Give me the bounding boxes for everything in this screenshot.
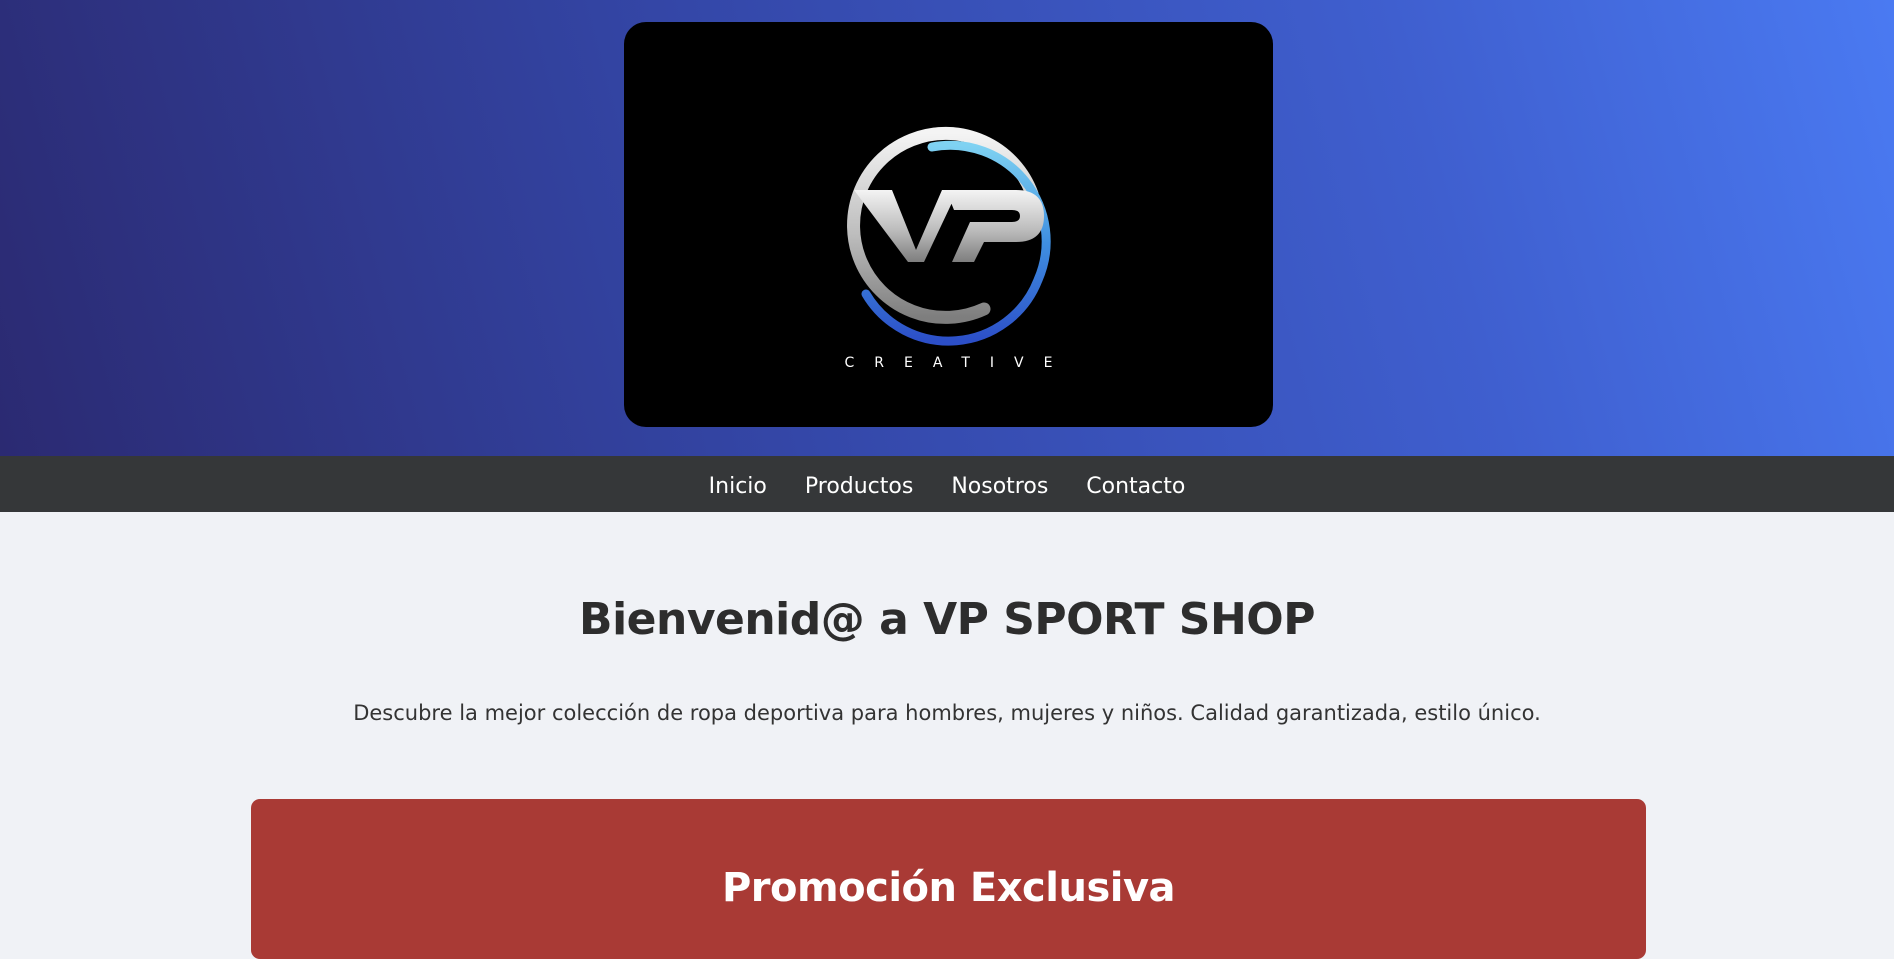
promo-title: Promoción Exclusiva bbox=[721, 865, 1176, 911]
main-navigation: Inicio Productos Nosotros Contacto bbox=[0, 456, 1894, 512]
nav-link-contacto[interactable]: Contacto bbox=[1086, 474, 1185, 499]
nav-link-nosotros[interactable]: Nosotros bbox=[951, 474, 1048, 499]
promo-banner: Promoción Exclusiva bbox=[251, 799, 1646, 959]
intro-text: Descubre la mejor colección de ropa depo… bbox=[353, 701, 1541, 725]
brand-logo[interactable]: CREATIVE bbox=[624, 22, 1273, 427]
page-title: Bienvenid@ a VP SPORT SHOP bbox=[579, 594, 1315, 645]
nav-link-inicio[interactable]: Inicio bbox=[709, 474, 767, 499]
nav-link-productos[interactable]: Productos bbox=[805, 474, 913, 499]
hero-banner: CREATIVE bbox=[0, 0, 1894, 456]
logo-tagline: CREATIVE bbox=[844, 355, 1073, 371]
